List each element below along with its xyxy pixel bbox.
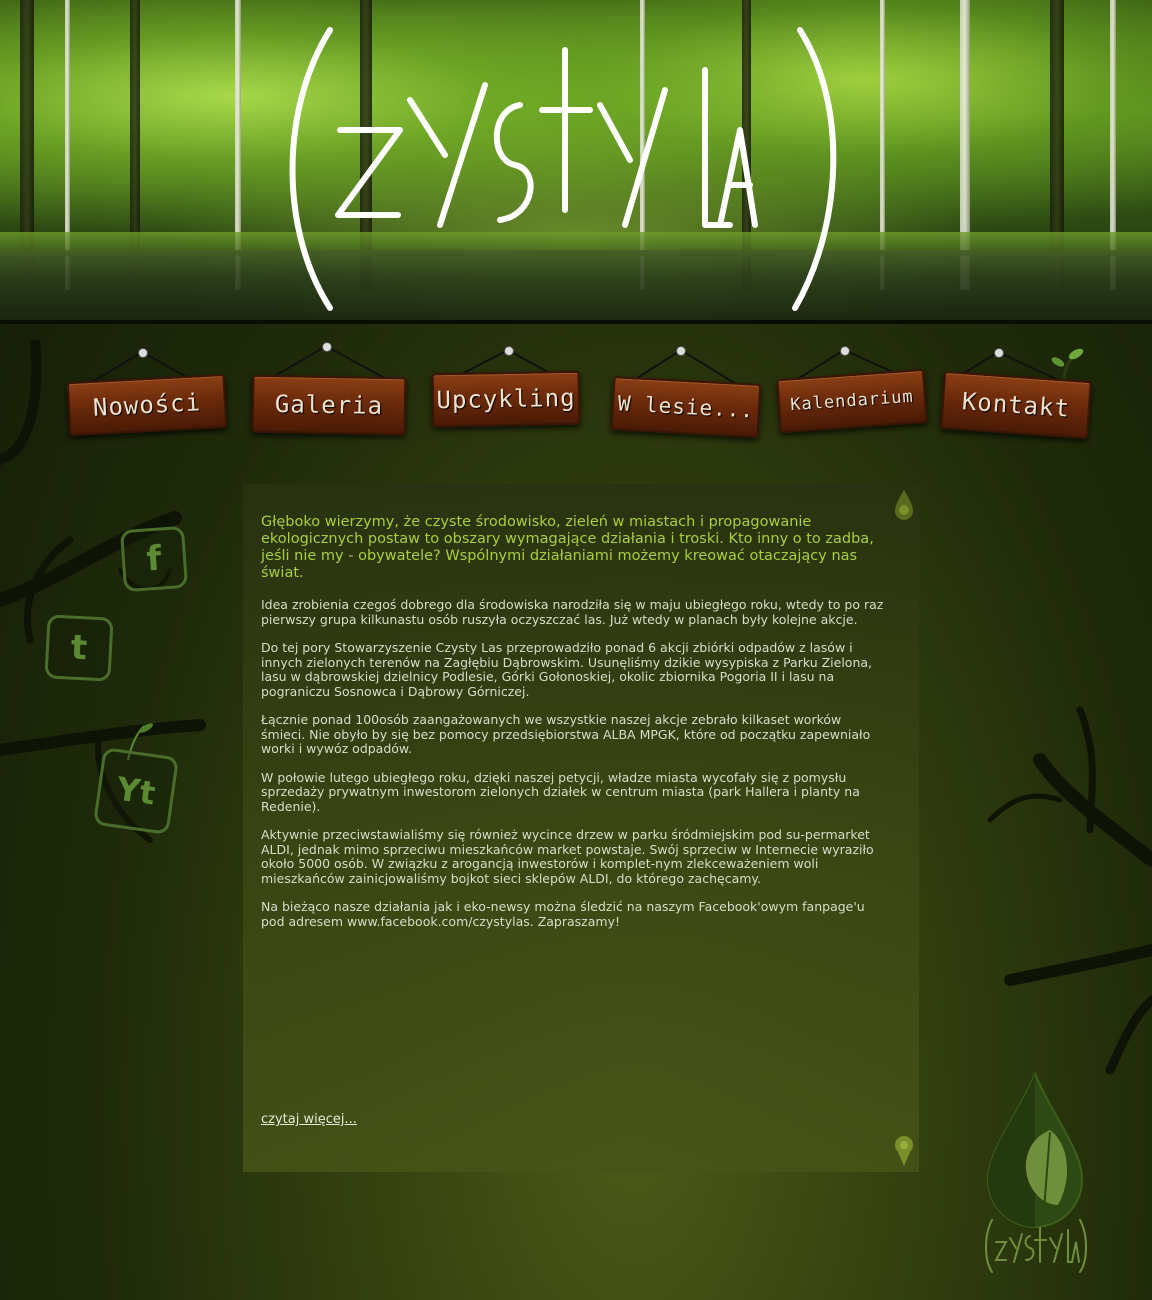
wooden-sign-board: Upcykling xyxy=(431,370,581,428)
nail-icon xyxy=(840,346,850,356)
article-paragraph: Aktywnie przeciwstawialiśmy się również … xyxy=(261,827,874,886)
article-paragraph: Idea zrobienia czegoś dobrego dla środow… xyxy=(261,597,884,627)
map-pin-icon xyxy=(895,1136,913,1166)
wooden-sign-board: Kalendarium xyxy=(776,368,928,434)
main-navigation: Nowości Galeria Upcykling W lesie... Kal… xyxy=(0,336,1152,446)
nail-icon xyxy=(994,348,1004,358)
twitter-icon: t xyxy=(69,627,89,669)
youtube-link[interactable]: Yt xyxy=(92,747,180,835)
tree-branch-right xyxy=(987,706,1152,1075)
wooden-sign-board: Kontakt xyxy=(940,370,1092,440)
facebook-link[interactable]: f xyxy=(119,525,189,593)
nav-item-label: Kontakt xyxy=(961,387,1071,423)
nav-item-kalendarium[interactable]: Kalendarium xyxy=(776,344,928,436)
nav-item-nowosci[interactable]: Nowości xyxy=(64,346,229,437)
twitter-link[interactable]: t xyxy=(44,614,114,682)
wooden-sign-board: Nowości xyxy=(66,373,228,437)
wooden-sign-board: Galeria xyxy=(251,374,407,436)
nail-icon xyxy=(504,346,514,356)
youtube-icon: Yt xyxy=(114,769,158,813)
header-divider xyxy=(0,320,1152,324)
nail-icon xyxy=(676,346,686,356)
nav-item-label: Galeria xyxy=(274,390,384,420)
nav-item-label: Upcykling xyxy=(436,383,576,415)
article-paragraph: Łącznie ponad 100osób zaangażowanych we … xyxy=(261,712,871,756)
nail-icon xyxy=(138,348,148,358)
nav-item-w-lesie[interactable]: W lesie... xyxy=(606,344,762,440)
facebook-icon: f xyxy=(145,538,163,580)
czysty-las-logo[interactable] xyxy=(280,10,840,320)
article-paragraph: Na bieżąco nasze działania jak i eko-new… xyxy=(261,899,865,929)
article-body: Głęboko wierzymy, że czyste środowisko, … xyxy=(261,514,889,943)
article-paragraph: Do tej pory Stowarzyszenie Czysty Las pr… xyxy=(261,640,873,699)
intro-text: Głęboko wierzymy, że czyste środowisko, … xyxy=(261,514,874,581)
footer-logo[interactable] xyxy=(980,1070,1090,1280)
nav-item-galeria[interactable]: Galeria xyxy=(248,342,408,438)
read-more-link[interactable]: czytaj więcej... xyxy=(261,1112,357,1127)
nail-icon xyxy=(322,342,332,352)
nav-item-label: Nowości xyxy=(92,388,202,422)
nav-item-label: W lesie... xyxy=(617,391,755,423)
article-paragraph: W połowie lutego ubiegłego roku, dzięki … xyxy=(261,769,860,814)
nav-item-kontakt[interactable]: Kontakt xyxy=(938,346,1093,440)
nav-item-label: Kalendarium xyxy=(789,386,915,416)
nav-item-upcykling[interactable]: Upcykling xyxy=(430,344,582,434)
drop-pin-icon xyxy=(895,490,913,520)
header-banner xyxy=(0,0,1152,321)
wooden-sign-board: W lesie... xyxy=(610,376,762,438)
main-content-panel: Głęboko wierzymy, że czyste środowisko, … xyxy=(243,484,919,1172)
